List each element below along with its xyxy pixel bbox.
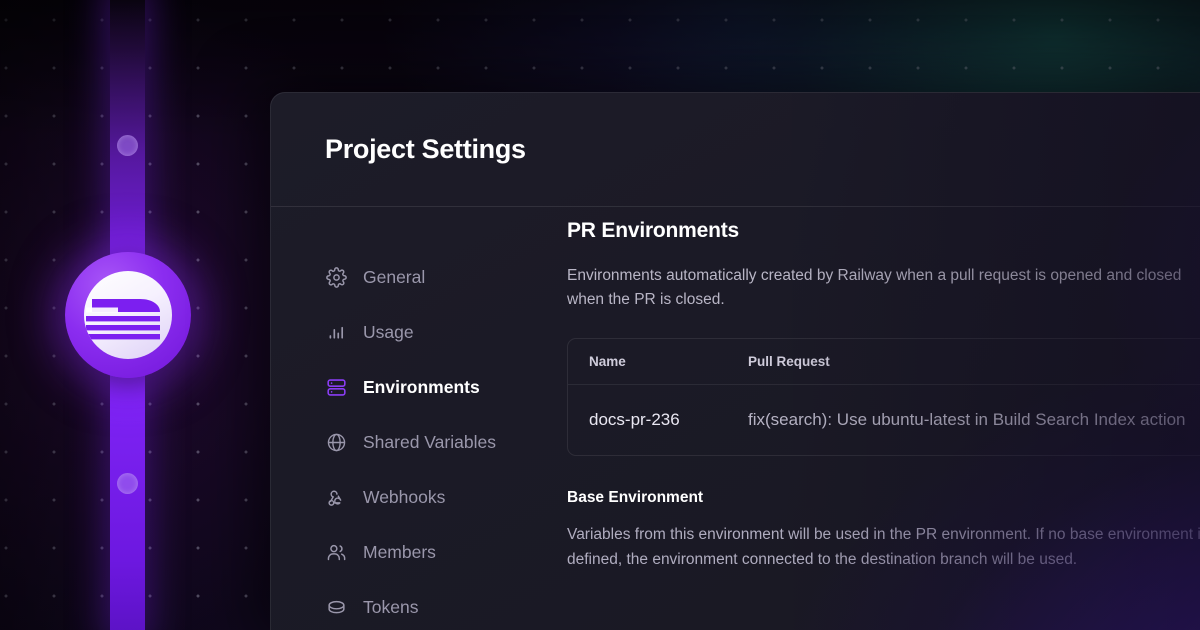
globe-icon [325, 431, 347, 453]
sidebar-item-label: Webhooks [363, 486, 446, 507]
settings-sidebar: General Usage Environments Shared Variab… [271, 207, 567, 630]
section-title: PR Environments [567, 219, 740, 242]
sidebar-item-label: Shared Variables [363, 431, 496, 452]
gear-icon [325, 266, 347, 288]
column-header-name: Name [589, 354, 626, 370]
railway-logo-badge [65, 252, 191, 378]
base-environment-title: Base Environment [567, 489, 704, 507]
settings-main-panel: PR Environments Environments automatical… [567, 207, 1200, 630]
column-header-pull-request: Pull Request [748, 354, 830, 370]
servers-stack-icon [325, 376, 347, 398]
section-description: Environments automatically created by Ra… [567, 267, 1182, 309]
sidebar-item-label: Usage [363, 321, 414, 342]
page-title: Project Settings [325, 134, 526, 164]
table-header-row: Name Pull Request [568, 339, 1200, 386]
sidebar-item-environments[interactable]: Environments [271, 367, 567, 407]
users-icon [325, 541, 347, 563]
sidebar-item-shared-variables[interactable]: Shared Variables [271, 422, 567, 462]
bar-chart-icon [325, 321, 347, 343]
base-environment-description: Variables from this environment will be … [567, 526, 1200, 568]
sidebar-item-general[interactable]: General [271, 257, 567, 297]
token-coin-icon [325, 596, 347, 618]
card-body: General Usage Environments Shared Variab… [271, 207, 1200, 630]
rail-node-lower [117, 473, 138, 494]
rail-node-upper [117, 135, 138, 156]
table-row[interactable]: docs-pr-236 fix(search): Use ubuntu-late… [568, 385, 1200, 455]
pr-environments-table: Name Pull Request docs-pr-236 fix(search… [567, 338, 1200, 457]
sidebar-item-members[interactable]: Members [271, 532, 567, 572]
sidebar-item-label: Members [363, 541, 436, 562]
card-header: Project Settings [271, 93, 1200, 206]
cell-environment-name: docs-pr-236 [589, 410, 680, 430]
cell-pull-request: fix(search): Use ubuntu-latest in Build … [748, 410, 1186, 430]
webhook-icon [325, 486, 347, 508]
project-settings-card: Project Settings General Usage Environme… [270, 92, 1200, 630]
sidebar-item-label: Tokens [363, 596, 419, 617]
sidebar-item-label: General [363, 266, 426, 287]
sidebar-item-usage[interactable]: Usage [271, 312, 567, 352]
sidebar-item-webhooks[interactable]: Webhooks [271, 477, 567, 517]
sidebar-item-tokens[interactable]: Tokens [271, 587, 567, 627]
sidebar-item-label: Environments [363, 376, 480, 397]
railway-train-logo-icon [84, 271, 172, 359]
